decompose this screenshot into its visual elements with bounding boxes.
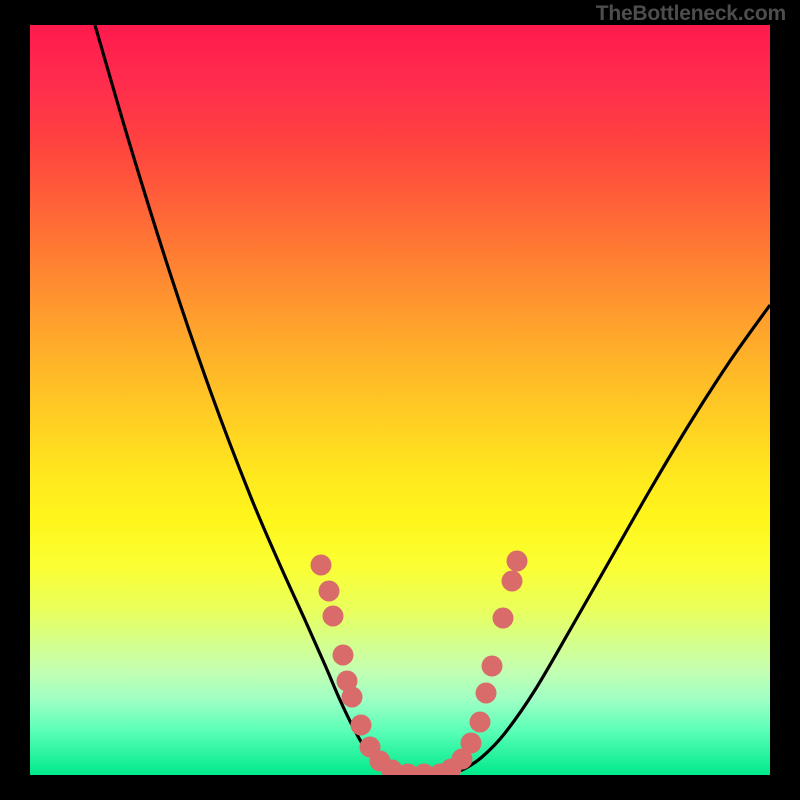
plot-area bbox=[30, 25, 770, 775]
marker-dot bbox=[476, 683, 497, 704]
marker-dot bbox=[333, 645, 354, 666]
marker-dot bbox=[319, 581, 340, 602]
marker-dot bbox=[502, 571, 523, 592]
marker-dot bbox=[470, 712, 491, 733]
watermark-label: TheBottleneck.com bbox=[596, 2, 786, 26]
marker-dot bbox=[351, 715, 372, 736]
marker-dot bbox=[507, 551, 528, 572]
bottleneck-curve bbox=[95, 25, 770, 774]
curve-svg bbox=[30, 25, 770, 775]
chart-frame: TheBottleneck.com bbox=[0, 0, 800, 800]
valley-markers bbox=[311, 551, 528, 776]
marker-dot bbox=[342, 687, 363, 708]
marker-dot bbox=[461, 733, 482, 754]
marker-dot bbox=[482, 656, 503, 677]
marker-dot bbox=[323, 606, 344, 627]
marker-dot bbox=[493, 608, 514, 629]
marker-dot bbox=[311, 555, 332, 576]
